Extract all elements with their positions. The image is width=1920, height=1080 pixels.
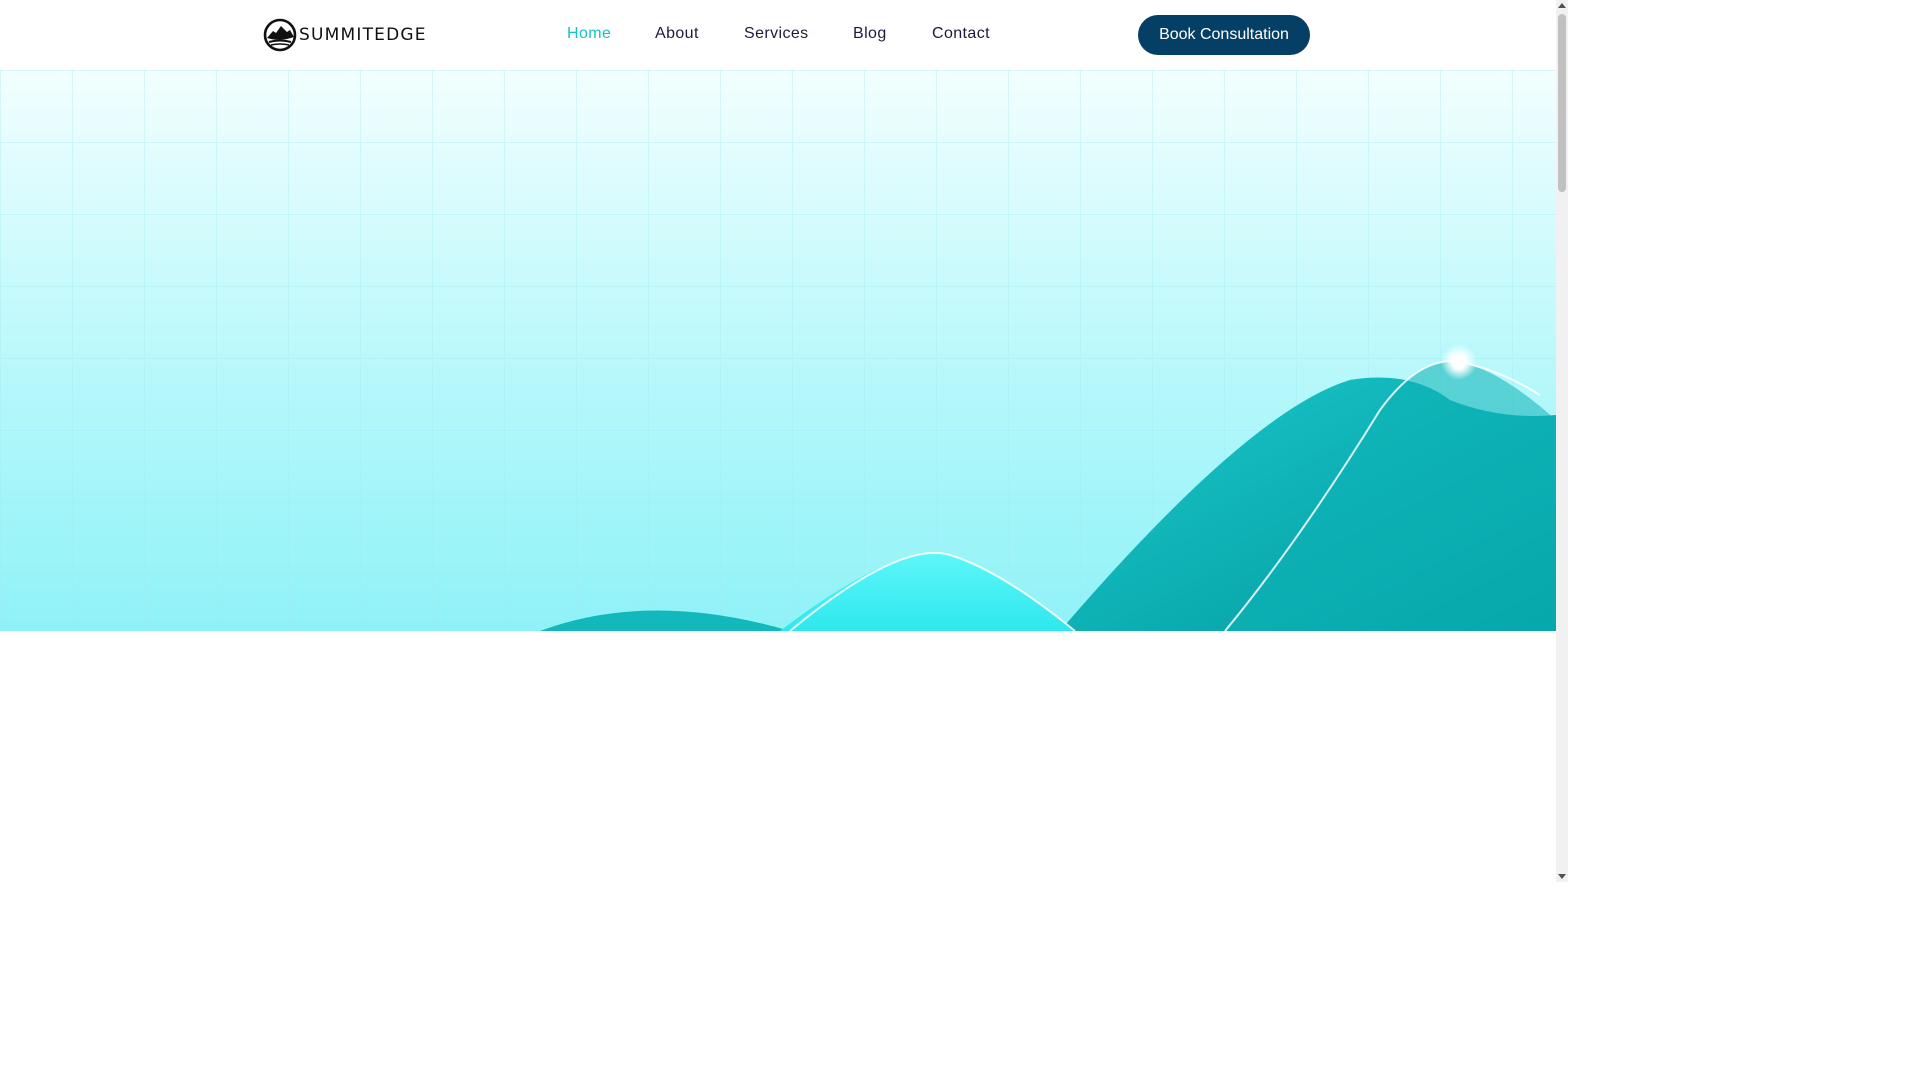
site-header: SUMMITEDGE Home About Services Blog Cont… [0,0,1556,70]
mountain-circle-icon [263,18,297,52]
page-scrollbar[interactable] [1556,0,1568,882]
nav-about[interactable]: About [655,25,699,43]
scroll-down-arrow-icon[interactable] [1558,874,1566,879]
nav-contact[interactable]: Contact [932,25,990,43]
brand-logo-link[interactable]: SUMMITEDGE [263,18,427,52]
brand-name: SUMMITEDGE [299,25,427,45]
scroll-thumb[interactable] [1558,14,1566,192]
nav-blog[interactable]: Blog [853,25,887,43]
nav-home[interactable]: Home [567,25,611,43]
hero-section [0,70,1556,631]
page: SUMMITEDGE Home About Services Blog Cont… [0,0,1556,882]
nav-services[interactable]: Services [744,25,809,43]
book-consultation-button[interactable]: Book Consultation [1138,15,1310,55]
peak-dot [1452,355,1466,369]
scroll-up-arrow-icon[interactable] [1558,3,1566,8]
hero-background-graphic [0,70,1556,631]
